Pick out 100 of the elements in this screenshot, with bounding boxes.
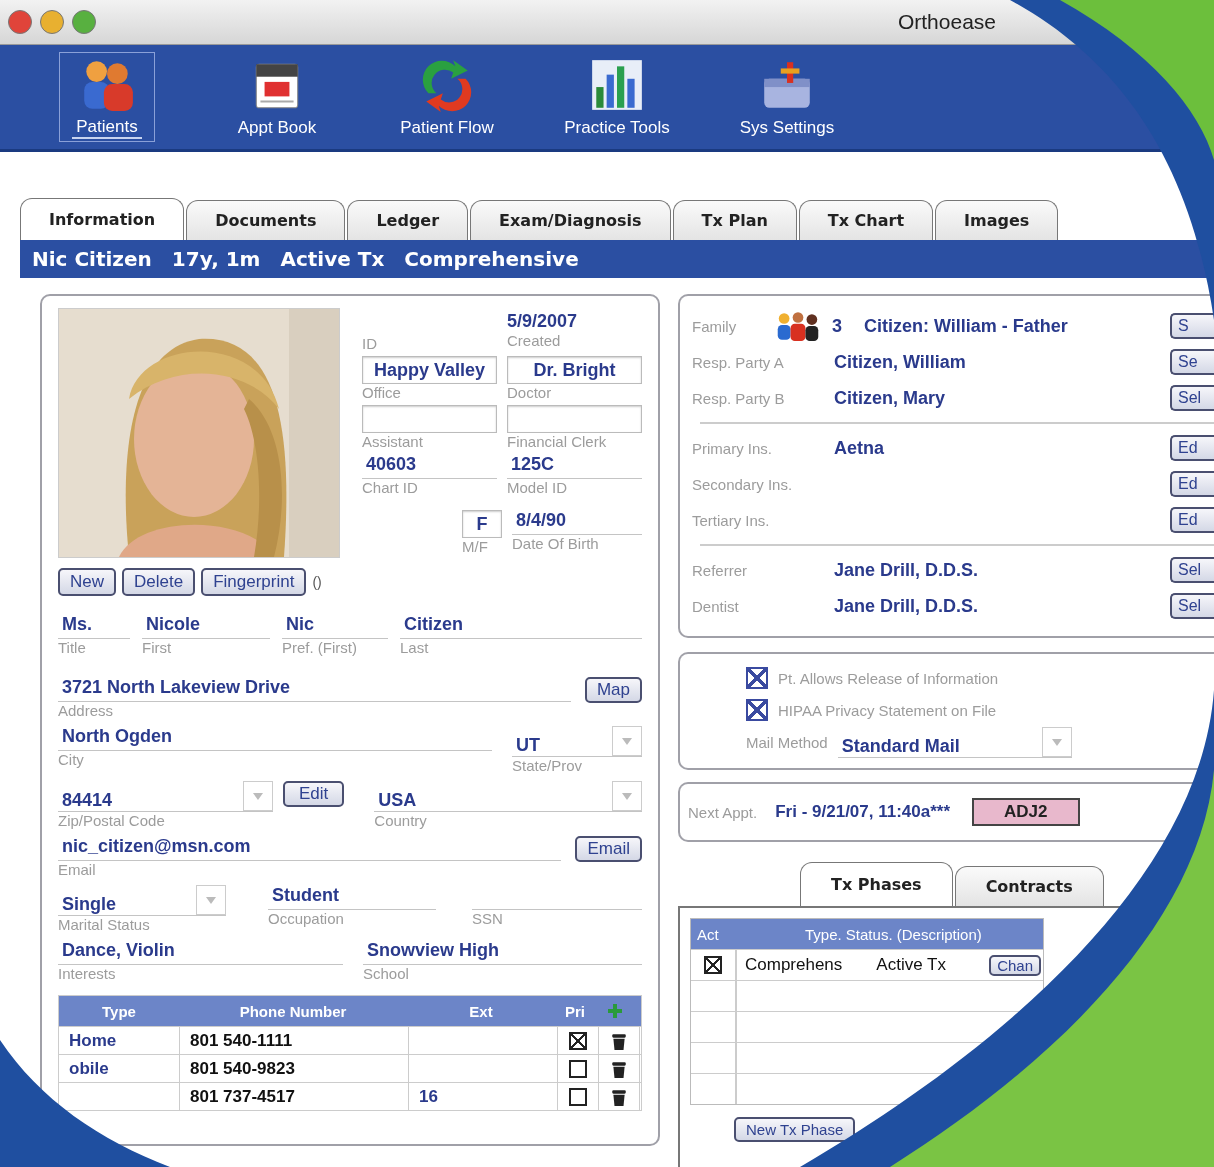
tab[interactable]: Tx Chart	[798, 200, 934, 240]
phone-type: Home	[69, 1030, 117, 1051]
field-label: Model ID	[507, 479, 569, 496]
field-value: 84414	[62, 790, 113, 811]
tab[interactable]: Contracts	[954, 866, 1104, 906]
field-value: 8/4/90	[512, 510, 642, 535]
photo-button[interactable]: Delete	[122, 568, 196, 596]
tab[interactable]: Tx Plan	[672, 200, 797, 240]
phone-extension: 16	[419, 1086, 438, 1107]
field-value: Citizen, Mary	[834, 387, 946, 409]
field-label: Resp. Party A	[692, 353, 785, 371]
toolbar-button[interactable]: Patient Flow	[362, 45, 532, 149]
tab[interactable]: Exam/Diagnosis	[470, 200, 671, 240]
input-field[interactable]	[507, 405, 642, 433]
new-tx-phase-button[interactable]: New Tx Phase	[734, 1117, 856, 1142]
toolbar-button[interactable]: Sys Settings	[702, 45, 872, 149]
appointment-code: ADJ2	[972, 798, 1080, 826]
select-button[interactable]: Ed	[1170, 435, 1214, 461]
field-value: Snowview High	[363, 940, 642, 965]
field-value: 5/9/2007	[507, 311, 578, 332]
trash-icon[interactable]	[611, 1087, 627, 1106]
field-label: Office	[362, 384, 402, 401]
field-value: USA	[378, 790, 417, 811]
field-value: Student	[268, 885, 436, 910]
select-button[interactable]: Ed	[1170, 471, 1214, 497]
tab[interactable]: Information	[20, 198, 185, 240]
field-label: Financial Clerk	[507, 433, 608, 450]
field-value: Jane Drill, D.D.S.	[834, 595, 979, 617]
change-button[interactable]: Chan	[989, 954, 1041, 976]
checkbox[interactable]	[569, 1059, 587, 1078]
input-field[interactable]: Dr. Bright	[507, 356, 642, 384]
field-label: Tertiary Ins.	[692, 511, 771, 529]
checkbox-label: Pt. Allows Release of Information	[778, 669, 999, 687]
edit-button[interactable]: Edit	[283, 781, 345, 807]
field-label: Occupation	[268, 910, 344, 927]
checkbox-label: HIPAA Privacy Statement on File	[778, 701, 997, 719]
appointment-value: Fri - 9/21/07, 11:40a***	[775, 802, 951, 822]
field-label: Family	[692, 317, 738, 335]
input-field[interactable]	[362, 405, 497, 433]
field-label: Secondary Ins.	[692, 475, 794, 493]
field-label: City	[58, 751, 84, 768]
tab[interactable]: Tx Phases	[800, 862, 953, 906]
field-label: First	[142, 639, 172, 656]
checkbox[interactable]	[746, 699, 768, 721]
field-label: Chart ID	[362, 479, 419, 496]
tab[interactable]: Documents	[186, 200, 346, 240]
checkbox[interactable]	[569, 1031, 587, 1050]
field-label: Address	[58, 702, 114, 719]
photo-button[interactable]: Fingerprint	[201, 568, 307, 596]
field-label: Email	[58, 861, 96, 878]
field-label: Zip/Postal Code	[58, 812, 165, 829]
field-label: Doctor	[507, 384, 553, 401]
column-header: Act	[696, 925, 720, 943]
field-label: Last	[400, 639, 429, 656]
select-button[interactable]: Sel	[1170, 385, 1214, 411]
field-label: ID	[362, 334, 378, 352]
field-label: Title	[58, 639, 86, 656]
select-button[interactable]: Sel	[1170, 593, 1214, 619]
field-value: Single	[62, 894, 116, 915]
patient-summary: 17y, 1m	[171, 247, 261, 271]
field-value: Nicole	[142, 614, 270, 639]
toolbar-button[interactable]: Appt Book	[192, 45, 362, 149]
window-title: Orthoease	[897, 10, 996, 34]
select-button[interactable]: Sel	[1170, 557, 1214, 583]
trash-icon[interactable]	[611, 1059, 627, 1078]
field-value: Nic	[282, 614, 388, 639]
checkbox[interactable]	[569, 1087, 587, 1106]
field-label: Referrer	[692, 561, 748, 579]
field-label: SSN	[472, 910, 503, 927]
select-button[interactable]: Ed	[1170, 507, 1214, 533]
map-button[interactable]: Map	[584, 677, 642, 703]
trash-icon[interactable]	[611, 1031, 627, 1050]
field-label: State/Prov	[512, 757, 583, 774]
select-button[interactable]: Se	[1170, 349, 1214, 375]
input-field[interactable]: F	[462, 510, 502, 538]
email-button[interactable]: Email	[575, 836, 642, 862]
toolbar-button[interactable]: Practice Tools	[532, 45, 702, 149]
phase-type: Comprehens	[745, 955, 843, 975]
field-label: Created	[507, 332, 562, 349]
toolbar-button[interactable]: Patients	[52, 45, 162, 149]
close-button[interactable]	[8, 10, 32, 34]
field-label: Resp. Party B	[692, 389, 786, 407]
checkbox[interactable]	[746, 667, 768, 689]
field-label: Country	[374, 812, 427, 829]
input-field[interactable]: Happy Valley	[362, 356, 497, 384]
field-value: North Ogden	[58, 726, 492, 751]
field-value: Dance, Violin	[58, 940, 343, 965]
field-label: M/F	[462, 538, 489, 555]
zoom-button[interactable]	[72, 10, 96, 34]
phone-number: 801 540-1111	[190, 1030, 293, 1051]
select-button[interactable]: S	[1170, 313, 1214, 339]
column-header: Pri	[564, 1002, 586, 1020]
photo-button[interactable]: New	[58, 568, 116, 596]
tab[interactable]: Images	[935, 200, 1059, 240]
field-label: Pref. (First)	[282, 639, 357, 656]
tab[interactable]: Ledger	[347, 200, 469, 240]
checkbox[interactable]	[704, 956, 722, 974]
field-value: Ms.	[58, 614, 130, 639]
field-label: Mail Method	[746, 733, 828, 751]
minimize-button[interactable]	[40, 10, 64, 34]
